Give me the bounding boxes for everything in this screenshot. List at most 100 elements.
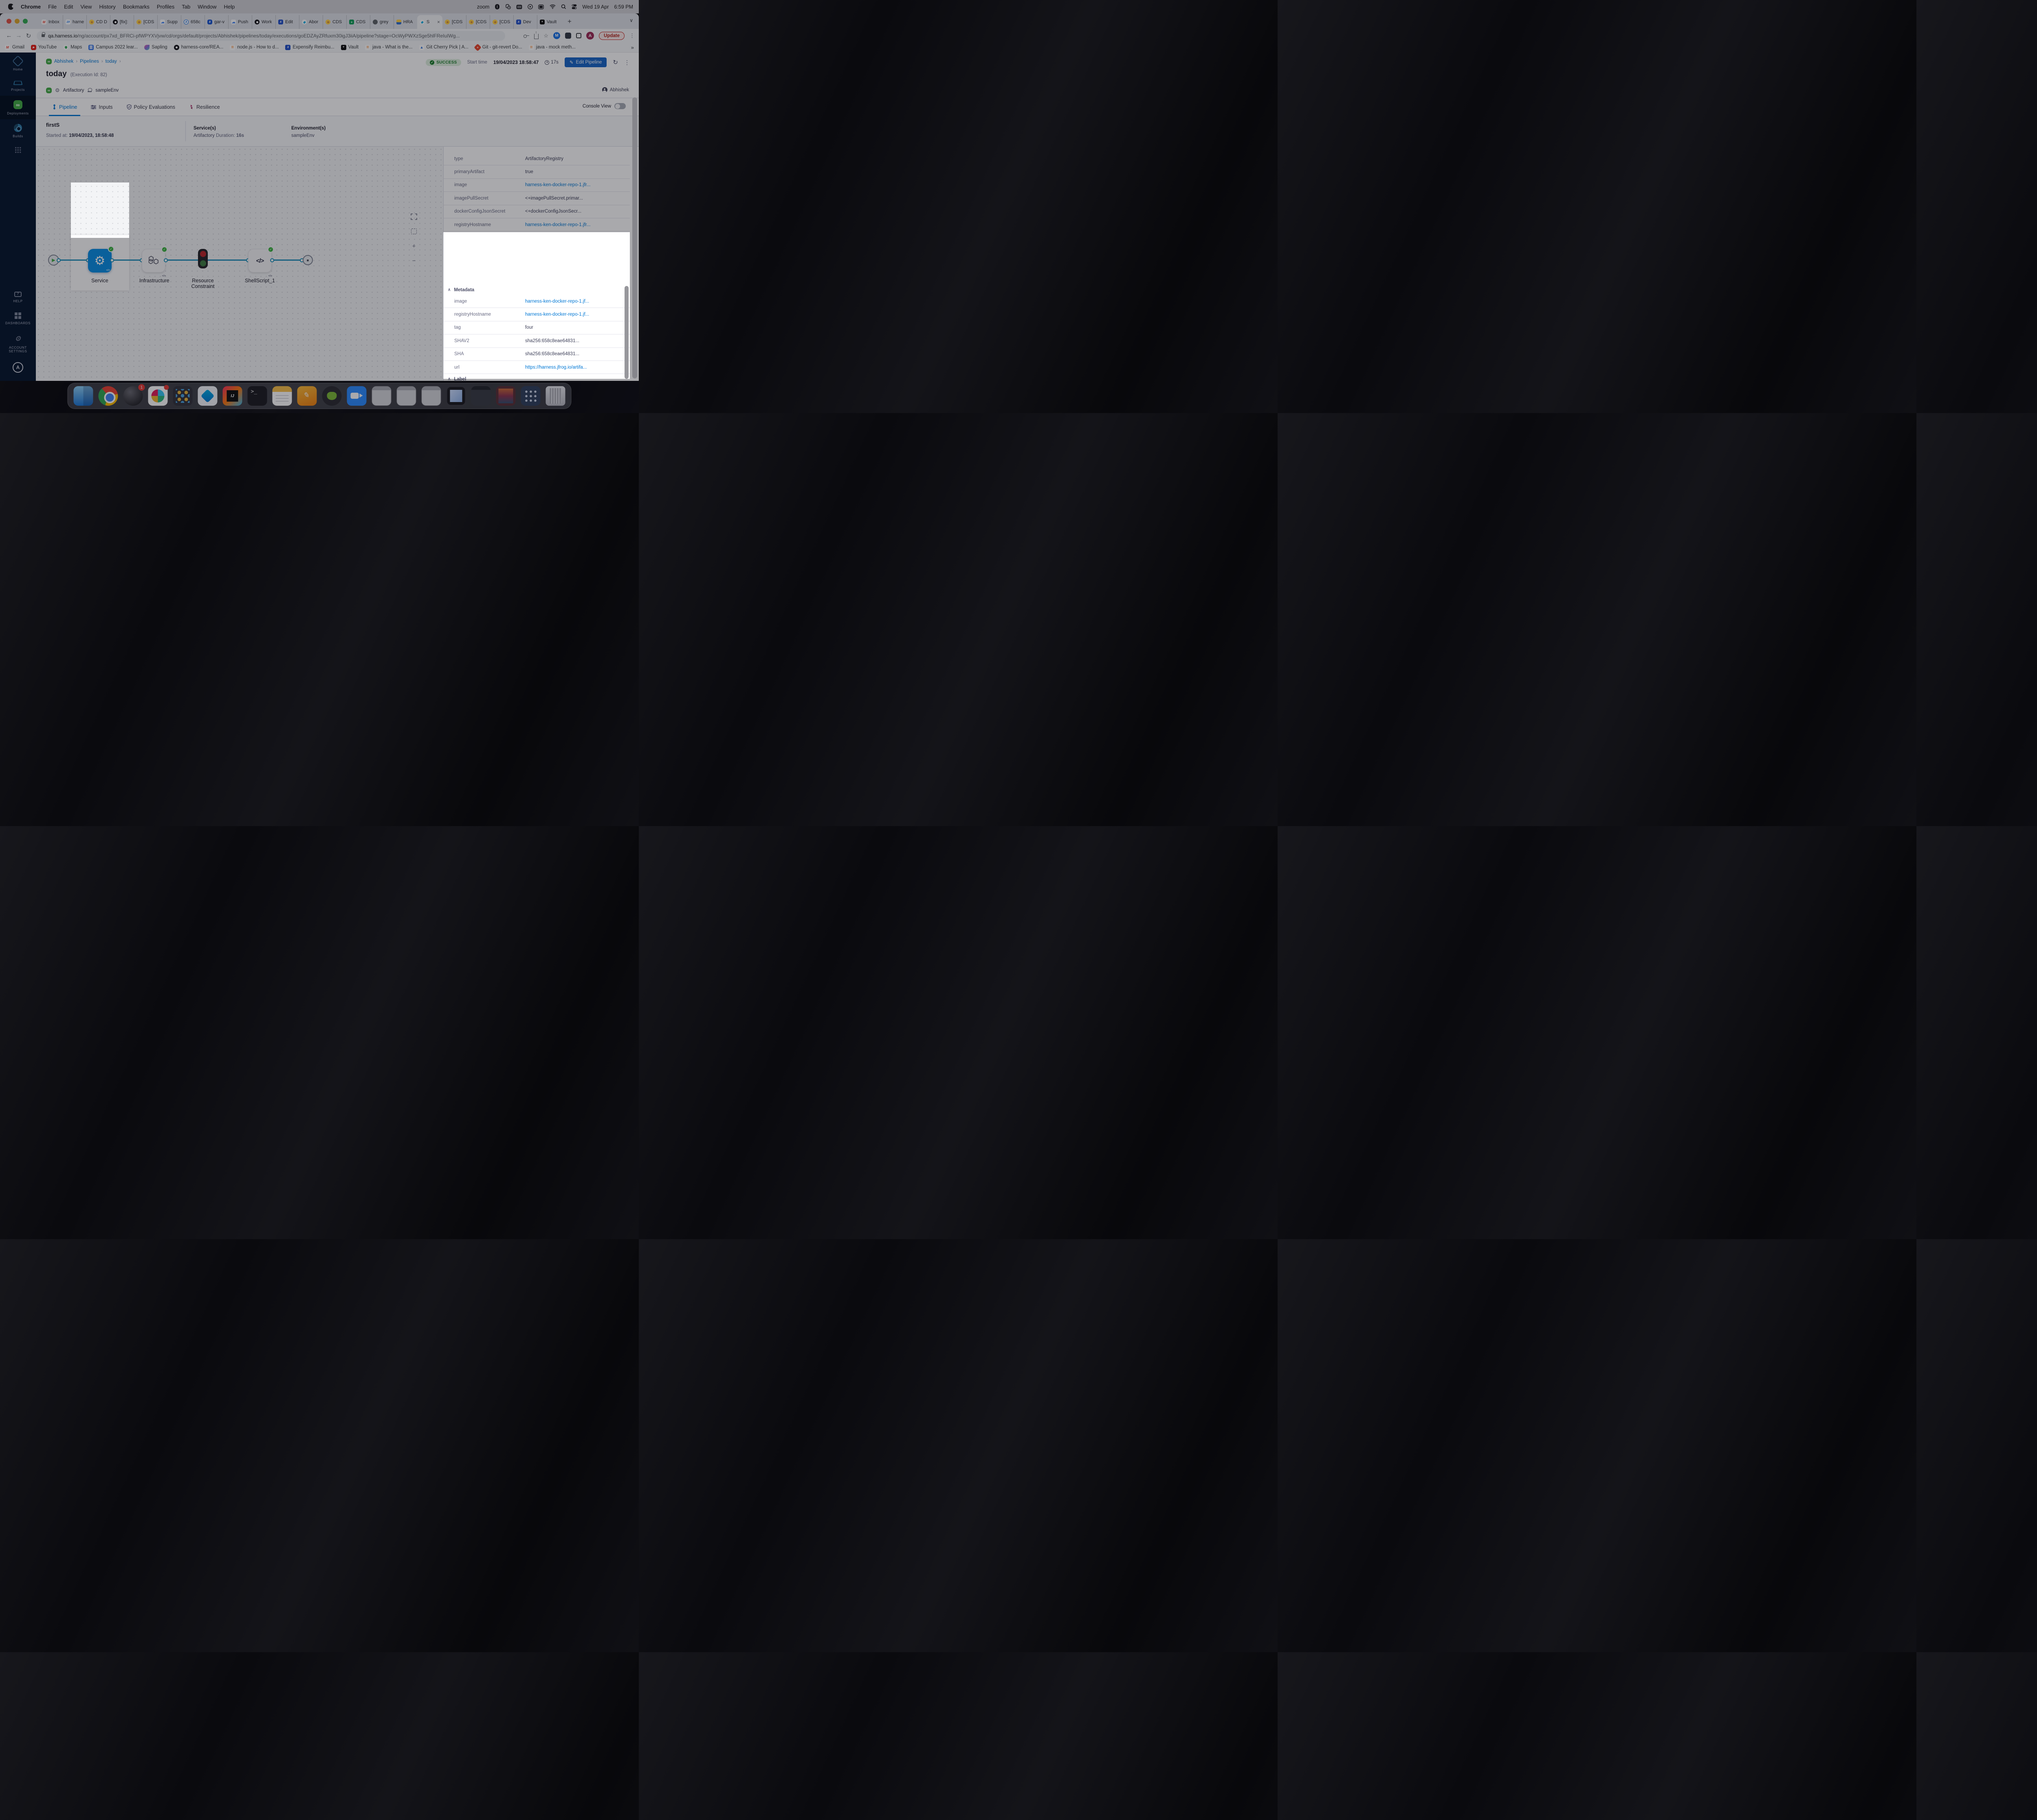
menu-item[interactable]: File bbox=[48, 4, 57, 10]
step-node-infrastructure[interactable]: ✓ </> bbox=[142, 249, 165, 273]
reload-button[interactable]: ↻ bbox=[24, 32, 33, 40]
dock-item[interactable] bbox=[422, 386, 441, 406]
chrome-menu-kebab-icon[interactable]: ⋮ bbox=[629, 33, 635, 39]
browser-tab[interactable]: [CDS × bbox=[466, 15, 490, 29]
detail-value[interactable]: true bbox=[525, 169, 630, 174]
tab-policy-evaluations[interactable]: Policy Evaluations bbox=[127, 98, 175, 116]
dock-item[interactable] bbox=[148, 386, 168, 406]
menu-item[interactable]: Help bbox=[224, 4, 235, 10]
lock-icon[interactable] bbox=[42, 34, 45, 37]
browser-tab[interactable]: [fix]: × bbox=[110, 15, 134, 29]
reminder-status-icon[interactable] bbox=[505, 4, 511, 9]
bookmark-item[interactable]: Vault bbox=[341, 45, 359, 50]
step-label-shellscript[interactable]: ShellScript_1 bbox=[242, 278, 278, 284]
edit-pipeline-button[interactable]: ✎ Edit Pipeline bbox=[565, 57, 607, 67]
sidebar-bottom-item[interactable]: ACCOUNT SETTINGS bbox=[0, 330, 36, 357]
menu-item[interactable]: Profiles bbox=[157, 4, 174, 10]
browser-tab[interactable]: Inbox × bbox=[39, 15, 63, 29]
dock-item[interactable] bbox=[447, 386, 466, 406]
wifi-status-icon[interactable] bbox=[550, 4, 556, 9]
browser-tab[interactable]: harne × bbox=[63, 15, 86, 29]
menu-item[interactable]: Chrome bbox=[21, 4, 41, 10]
browser-tab[interactable]: gar-v × bbox=[205, 15, 228, 29]
playback-status-icon[interactable] bbox=[528, 4, 533, 9]
apple-menu-icon[interactable] bbox=[8, 4, 13, 10]
bookmark-item[interactable]: Git Cherry Pick | A... bbox=[419, 45, 469, 50]
detail-value[interactable]: ArtifactoryRegistry bbox=[525, 156, 630, 161]
address-bar[interactable]: qa.harness.io /ng/account/px7xd_BFRCi-pf… bbox=[37, 31, 505, 41]
bookmark-item[interactable]: Gmail bbox=[5, 45, 24, 50]
zoom-in-button[interactable]: + bbox=[410, 242, 418, 250]
browser-tab[interactable]: Abor × bbox=[299, 15, 323, 29]
browser-tab[interactable]: Dev × bbox=[513, 15, 537, 29]
menu-item[interactable]: History bbox=[99, 4, 115, 10]
stage-service-value[interactable]: Artifactory bbox=[194, 133, 216, 138]
browser-tab[interactable]: CDS × bbox=[346, 15, 370, 29]
extension-pinned-icon[interactable] bbox=[565, 33, 571, 39]
close-tab-icon[interactable]: × bbox=[437, 19, 440, 25]
stage-name[interactable]: firstS bbox=[46, 122, 59, 128]
browser-tab[interactable]: grey × bbox=[370, 15, 394, 29]
bookmark-item[interactable]: Git - git-revert Do... bbox=[475, 45, 522, 50]
keyboard-status-icon[interactable] bbox=[516, 4, 522, 9]
menu-clock-time[interactable]: 6:59 PM bbox=[614, 4, 633, 10]
browser-tab[interactable]: [CDS × bbox=[442, 15, 466, 29]
bookmark-item[interactable]: Maps bbox=[63, 45, 82, 50]
tab-inputs[interactable]: Inputs bbox=[91, 98, 112, 116]
sidebar-bottom-item[interactable]: HELP bbox=[0, 287, 36, 307]
step-node-shellscript[interactable]: </> ✓ </> bbox=[248, 249, 272, 273]
detail-value[interactable]: <+dockerConfigJsonSecr... bbox=[525, 209, 630, 214]
browser-tab[interactable]: HRA × bbox=[394, 15, 417, 29]
dock-item[interactable] bbox=[273, 386, 292, 406]
metadata-section-header[interactable]: ∧ Metadata bbox=[444, 285, 630, 295]
sidebar-nav-item[interactable] bbox=[0, 142, 36, 160]
menu-item[interactable]: Edit bbox=[64, 4, 73, 10]
environment-chip[interactable]: sampleEnv bbox=[95, 88, 119, 93]
metadata-value[interactable]: sha256:658c8eae64831... bbox=[525, 352, 630, 356]
panel-scrollbar-thumb[interactable] bbox=[625, 286, 629, 379]
dock-item[interactable] bbox=[521, 386, 541, 406]
sidebar-user-avatar[interactable]: A bbox=[13, 362, 23, 373]
page-scrollbar[interactable] bbox=[632, 97, 637, 378]
extension-m-icon[interactable]: M bbox=[553, 32, 560, 39]
console-view-toggle[interactable] bbox=[614, 103, 626, 109]
browser-tab[interactable]: Vault × bbox=[537, 15, 561, 29]
detail-value[interactable]: <+imagePullSecret.primar... bbox=[525, 196, 630, 201]
menu-item[interactable]: Tab bbox=[182, 4, 190, 10]
browser-tab[interactable]: 658c × bbox=[181, 15, 205, 29]
detail-value[interactable]: harness-ken-docker-repo-1.jfr... bbox=[525, 182, 630, 187]
pipeline-end-node[interactable]: ■ bbox=[303, 255, 313, 265]
step-label-service[interactable]: Service bbox=[78, 278, 122, 284]
collapse-chevron-icon[interactable]: ∧ bbox=[448, 288, 451, 292]
bookmark-item[interactable]: Campus 2022 lear... bbox=[88, 45, 138, 50]
service-chip[interactable]: Artifactory bbox=[63, 88, 84, 93]
bookmarks-overflow-chevron[interactable]: » bbox=[631, 44, 634, 51]
browser-tab[interactable]: [CDS × bbox=[134, 15, 157, 29]
display-status-icon[interactable] bbox=[538, 4, 544, 9]
bookmark-item[interactable]: YouTube bbox=[31, 45, 57, 50]
bookmark-item[interactable]: harness-core/REA... bbox=[174, 45, 224, 50]
refresh-icon[interactable]: ↻ bbox=[613, 59, 618, 66]
zoom-menu-item[interactable]: zoom bbox=[477, 4, 490, 10]
new-tab-button[interactable]: + bbox=[565, 17, 574, 26]
browser-tab[interactable]: Supp × bbox=[157, 15, 181, 29]
forward-button[interactable]: → bbox=[14, 32, 24, 39]
dock-item[interactable] bbox=[173, 386, 193, 406]
password-key-icon[interactable] bbox=[524, 34, 529, 37]
collapse-chevron-icon[interactable]: ∧ bbox=[448, 377, 451, 381]
dock-item[interactable] bbox=[74, 386, 93, 406]
browser-tab[interactable]: [CDS × bbox=[490, 15, 513, 29]
extension-square-icon[interactable] bbox=[576, 33, 581, 38]
bookmark-item[interactable]: Sapling bbox=[144, 45, 167, 50]
metadata-value[interactable]: https://harness.jfrog.io/artifa... bbox=[525, 365, 630, 370]
share-icon[interactable] bbox=[534, 34, 539, 39]
menu-item[interactable]: Bookmarks bbox=[123, 4, 150, 10]
dock-item[interactable] bbox=[223, 386, 242, 406]
metadata-value[interactable]: four bbox=[525, 325, 630, 330]
label-section-header[interactable]: ∧ Label bbox=[444, 374, 630, 381]
browser-tab[interactable]: Edit × bbox=[275, 15, 299, 29]
more-options-kebab-icon[interactable]: ⋮ bbox=[624, 59, 630, 66]
spotlight-search-icon[interactable] bbox=[561, 4, 566, 9]
fullscreen-canvas-button[interactable] bbox=[410, 213, 418, 221]
step-node-resource-constraint[interactable] bbox=[198, 249, 208, 268]
